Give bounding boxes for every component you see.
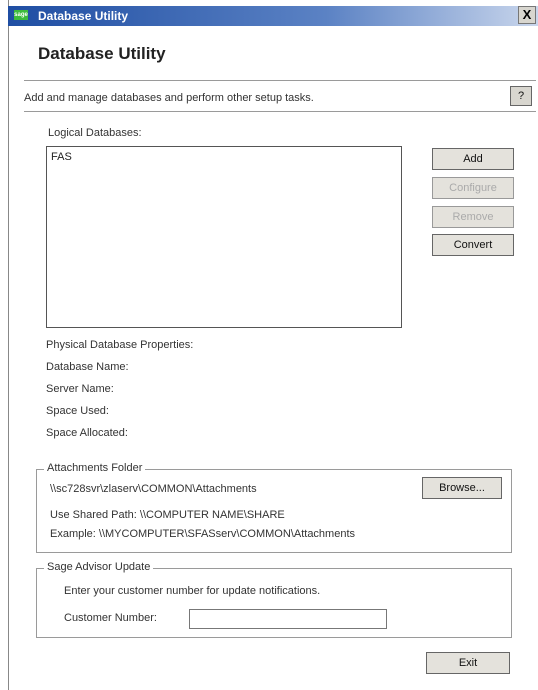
logical-databases-list[interactable]: FAS — [46, 146, 402, 328]
configure-button[interactable]: Configure — [432, 177, 514, 199]
advisor-instruction: Enter your customer number for update no… — [64, 585, 321, 597]
browse-button[interactable]: Browse... — [422, 477, 502, 499]
page-title: Database Utility — [38, 44, 166, 63]
logical-databases-label: Logical Databases: — [48, 127, 142, 139]
customer-number-label: Customer Number: — [64, 612, 157, 624]
header-divider — [24, 80, 536, 81]
page-subtitle: Add and manage databases and perform oth… — [24, 92, 314, 104]
sage-logo-icon: sage — [14, 10, 28, 20]
shared-path-hint: Use Shared Path: \\COMPUTER NAME\SHARE — [50, 509, 285, 521]
database-name-label: Database Name: — [46, 361, 129, 373]
advisor-legend: Sage Advisor Update — [44, 561, 154, 573]
add-button[interactable]: Add — [432, 148, 514, 170]
window-title: Database Utility — [38, 9, 129, 23]
server-name-label: Server Name: — [46, 383, 114, 395]
close-button[interactable]: X — [518, 6, 536, 24]
subtitle-divider — [24, 111, 536, 112]
list-item[interactable]: FAS — [51, 151, 72, 163]
title-bar[interactable]: Database Utility — [8, 6, 538, 26]
example-path-hint: Example: \\MYCOMPUTER\SFASserv\COMMON\At… — [50, 528, 356, 540]
help-button[interactable]: ? — [510, 86, 532, 106]
customer-number-input[interactable] — [189, 609, 387, 629]
convert-button[interactable]: Convert — [432, 234, 514, 256]
attachments-legend: Attachments Folder — [44, 462, 146, 474]
remove-button[interactable]: Remove — [432, 206, 514, 228]
exit-button[interactable]: Exit — [426, 652, 510, 674]
space-used-label: Space Used: — [46, 405, 109, 417]
physical-properties-heading: Physical Database Properties: — [46, 339, 194, 351]
space-allocated-label: Space Allocated: — [46, 427, 128, 439]
attachments-path: \\sc728svr\zlaserv\COMMON\Attachments — [50, 483, 257, 495]
